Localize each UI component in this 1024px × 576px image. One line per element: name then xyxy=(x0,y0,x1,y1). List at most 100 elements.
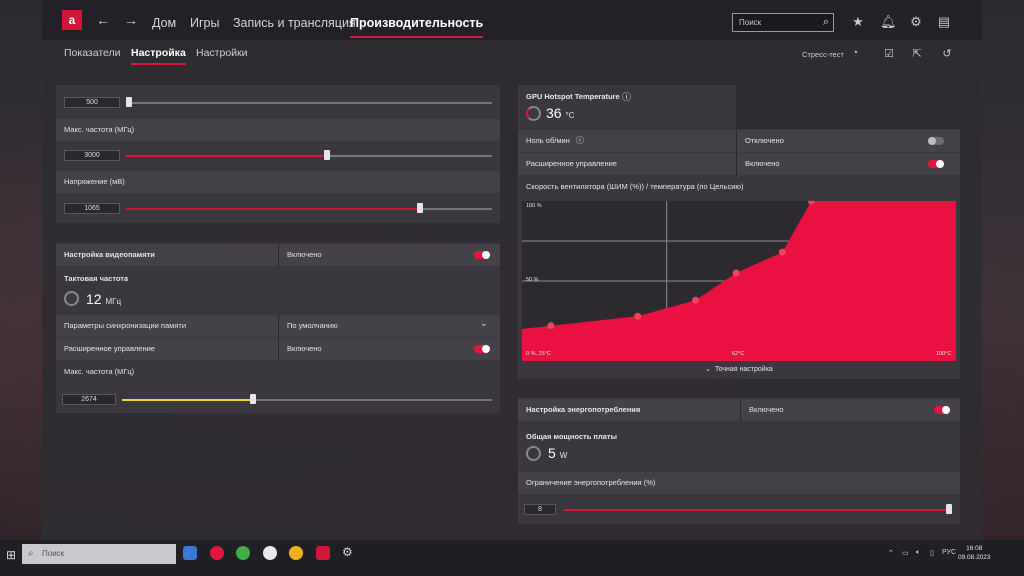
nav-record-stream[interactable]: Запись и трансляция xyxy=(233,16,356,30)
y-tick-top: 100 % xyxy=(526,203,542,209)
tab-settings[interactable]: Настройки xyxy=(196,47,248,59)
export-icon[interactable]: ⇱ xyxy=(910,47,924,60)
voltage-value[interactable]: 1065 xyxy=(64,203,120,214)
tray-battery-icon[interactable]: ▯ xyxy=(930,549,934,557)
notifications-bell-icon[interactable]: 🔔︎ xyxy=(880,14,897,30)
zero-rpm-state: Отключено xyxy=(736,130,960,152)
search-input[interactable]: Поиск ⌕ xyxy=(732,13,834,32)
back-icon[interactable]: ← xyxy=(96,12,110,28)
hotspot-gauge-icon xyxy=(526,106,541,121)
forward-icon[interactable]: → xyxy=(124,12,138,28)
board-power-gauge-icon xyxy=(526,446,541,461)
mem-timing-label: Параметры синхронизации памяти xyxy=(56,315,278,337)
search-placeholder: Поиск xyxy=(739,18,762,27)
stress-test-label[interactable]: Стресс-тест xyxy=(802,50,844,59)
favorites-star-icon[interactable]: ★ xyxy=(850,14,866,30)
max-freq-value[interactable]: 3000 xyxy=(64,150,120,161)
vram-clock-value: 12 xyxy=(86,291,102,307)
amd-logo-icon[interactable]: a xyxy=(62,10,82,30)
hotspot-unit: °C xyxy=(565,111,575,120)
top-bar: a ← → Дом Игры Запись и трансляция Произ… xyxy=(42,0,982,40)
settings-gear-icon[interactable]: ⚙ xyxy=(342,545,353,559)
gpu-tuning-panel: 500 Макс. частота (МГц) 3000 Напряжение … xyxy=(56,85,500,223)
tab-metrics[interactable]: Показатели xyxy=(64,47,121,59)
app-green-icon[interactable] xyxy=(236,546,250,560)
power-limit-thumb[interactable] xyxy=(946,504,952,514)
nav-performance[interactable]: Производительность xyxy=(350,16,484,38)
clock[interactable]: 16:08 09.08.2023 xyxy=(958,544,991,562)
fine-tune-toggle[interactable]: ⌄ Точная настройка xyxy=(518,361,960,379)
tray-chevron-icon[interactable]: ⌃ xyxy=(888,549,894,557)
fine-tune-label: Точная настройка xyxy=(714,366,773,373)
chrome-icon[interactable] xyxy=(289,546,303,560)
settings-gear-icon[interactable]: ⚙ xyxy=(908,14,924,30)
fan-curve-chart[interactable]: 100 % 50 % 0 %, 25°C 62°C 100°C xyxy=(522,197,956,361)
fan-curve-point[interactable] xyxy=(732,269,740,277)
vram-title: Настройка видеопамяти xyxy=(56,244,278,266)
voltage-fill xyxy=(126,208,418,210)
fan-adv-label: Расширенное управление xyxy=(518,153,736,175)
clock-date: 09.08.2023 xyxy=(958,554,991,561)
chevron-down-icon[interactable]: ⌄ xyxy=(480,318,488,329)
fan-curve-label: Скорость вентилятора (ШИМ (%)) / темпера… xyxy=(526,182,744,191)
vram-adv-label: Расширенное управление xyxy=(56,338,278,360)
vram-tuning-panel: Настройка видеопамяти Включено Тактовая … xyxy=(56,243,500,413)
y-tick-mid: 50 % xyxy=(526,277,539,283)
vram-clock-readout: 12 МГц xyxy=(86,291,121,307)
tray-network-icon[interactable]: ▭ xyxy=(902,549,909,557)
info-icon[interactable]: ⓘ xyxy=(622,90,631,103)
overlay-panel-icon[interactable]: ▤ xyxy=(936,14,952,30)
fan-curve-point[interactable] xyxy=(547,322,555,330)
info-icon[interactable]: ⓘ xyxy=(576,136,584,145)
vram-clock-gauge-icon xyxy=(64,291,79,306)
mem-timing-dropdown[interactable]: По умолчанию xyxy=(278,315,500,337)
min-freq-value[interactable]: 500 xyxy=(64,97,120,108)
voltage-thumb[interactable] xyxy=(417,203,423,213)
vram-adv-toggle[interactable] xyxy=(474,345,490,353)
max-freq-label: Макс. частота (МГц) xyxy=(56,119,500,141)
max-freq-fill xyxy=(126,155,326,157)
fan-curve-point[interactable] xyxy=(634,312,642,320)
zero-rpm-toggle[interactable] xyxy=(928,137,944,145)
fan-curve-svg[interactable] xyxy=(522,197,956,361)
vram-max-freq-label: Макс. частота (МГц) xyxy=(64,367,135,376)
power-limit-value[interactable]: 8 xyxy=(524,504,556,515)
board-power-unit: W xyxy=(559,451,568,460)
vram-max-freq-thumb[interactable] xyxy=(250,394,256,404)
nav-games[interactable]: Игры xyxy=(190,16,219,30)
nav-home[interactable]: Дом xyxy=(152,16,176,30)
amd-taskbar-icon[interactable] xyxy=(316,546,330,560)
apply-check-icon[interactable]: ☑ xyxy=(882,47,896,60)
sub-navigation: Показатели Настройка Настройки Стресс-те… xyxy=(42,40,982,68)
chevron-down-icon: ⌄ xyxy=(705,366,712,373)
file-explorer-icon[interactable] xyxy=(183,546,197,560)
taskbar-search-input[interactable]: ⌕ Поиск xyxy=(22,544,176,564)
vram-max-freq-value[interactable]: 2674 xyxy=(62,394,116,405)
search-icon: ⌕ xyxy=(28,548,34,559)
gauge-icon[interactable]: ◔ xyxy=(848,47,862,59)
fan-curve-point[interactable] xyxy=(692,296,700,304)
reset-icon[interactable]: ↺ xyxy=(940,47,954,60)
fan-adv-state: Включено xyxy=(736,153,960,175)
vram-max-freq-fill xyxy=(122,399,252,401)
vram-toggle[interactable] xyxy=(474,251,490,259)
fan-tuning-panel: GPU Hotspot Temperature ⓘ 36 °C Ноль об/… xyxy=(518,85,960,379)
min-freq-thumb[interactable] xyxy=(126,97,132,107)
board-power-value: 5 xyxy=(548,445,556,461)
power-toggle[interactable] xyxy=(934,406,950,414)
tab-tuning[interactable]: Настройка xyxy=(131,47,186,65)
hotspot-readout: 36 °C xyxy=(546,105,574,121)
language-indicator[interactable]: РУС xyxy=(942,549,956,556)
search-icon[interactable]: ⌕ xyxy=(823,14,829,31)
opera-icon[interactable] xyxy=(210,546,224,560)
max-freq-thumb[interactable] xyxy=(324,150,330,160)
yandex-browser-icon[interactable] xyxy=(263,546,277,560)
tray-speaker-icon[interactable]: 🔈︎ xyxy=(916,549,920,557)
fan-adv-toggle[interactable] xyxy=(928,160,944,168)
amd-software-window: a ← → Дом Игры Запись и трансляция Произ… xyxy=(42,0,982,540)
x-tick-mid: 62°C xyxy=(732,351,745,357)
fan-curve-point[interactable] xyxy=(778,248,786,256)
vram-clock-unit: МГц xyxy=(105,297,122,306)
windows-start-icon[interactable]: ⊞ xyxy=(6,548,16,562)
hotspot-value: 36 xyxy=(546,105,562,121)
